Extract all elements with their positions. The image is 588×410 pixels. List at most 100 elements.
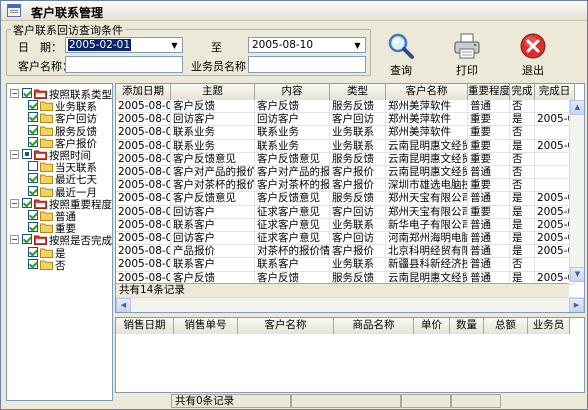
tree-checkbox[interactable] [28, 258, 38, 269]
tree-group-node[interactable]: − 按照时间 [7, 149, 112, 162]
scroll-up-icon[interactable]: ▲ [570, 100, 584, 115]
tree-checkbox[interactable] [28, 112, 38, 123]
column-header[interactable]: 类型 [330, 84, 386, 100]
column-header[interactable]: 单价 [414, 318, 450, 334]
table-cell: 回访客户 [171, 113, 255, 127]
column-header[interactable]: 完成日 [535, 84, 575, 100]
column-header[interactable]: 业务员 [528, 318, 570, 334]
tree-group-node[interactable]: − 按照重要程度 [7, 197, 112, 211]
table-cell: 客户回访 [330, 113, 386, 127]
folder-icon [40, 187, 53, 197]
date-from-value: 2005-02-01 [68, 39, 132, 51]
collapse-icon[interactable]: − [10, 235, 19, 245]
table-cell: 联系客户 [171, 218, 255, 232]
customer-name-input[interactable] [65, 56, 183, 73]
folder-icon [40, 211, 53, 221]
scroll-right-icon[interactable]: ▶ [569, 298, 584, 312]
table-cell: 云南昆明惠文经贸有 [386, 152, 468, 166]
table-cell: 是 [510, 232, 535, 246]
tree-leaf-node[interactable]: 重要 [7, 222, 112, 235]
tree-leaf-node[interactable]: 否 [7, 258, 112, 272]
tree-checkbox[interactable] [22, 149, 32, 159]
table-cell: 否 [510, 179, 535, 193]
window-title: 客户联系管理 [31, 6, 104, 20]
tree-group-node[interactable]: − 按照是否完成 [7, 234, 112, 247]
tree-checkbox[interactable] [22, 197, 32, 208]
salesman-name-input[interactable] [248, 56, 366, 73]
table-cell: 重要 [468, 152, 510, 166]
tree-group-node[interactable]: − 按照联系类型 [7, 88, 112, 101]
tree-checkbox[interactable] [28, 185, 38, 196]
contact-grid-vscrollbar[interactable]: ▲ ▼ [569, 100, 584, 282]
column-header[interactable]: 销售日期 [116, 318, 174, 334]
column-header[interactable]: 销售单号 [174, 318, 238, 334]
column-header[interactable]: 客户名称 [238, 318, 334, 334]
tree-checkbox[interactable] [28, 124, 38, 135]
exit-icon [520, 33, 546, 59]
table-cell: 业务联系 [330, 139, 386, 153]
tree-leaf-node[interactable]: 是 [7, 246, 112, 260]
tree-checkbox[interactable] [28, 173, 38, 184]
table-cell: 产品报价 [171, 245, 255, 259]
collapse-icon[interactable]: − [10, 198, 19, 208]
column-header[interactable]: 完成 [510, 84, 535, 100]
collapse-icon[interactable]: − [10, 150, 19, 159]
magnifier-icon [388, 33, 414, 59]
sales-grid[interactable]: 销售日期 销售单号 客户名称 商品名称 单价 数量 总额 业务员 [115, 317, 585, 393]
tree-checkbox[interactable] [28, 161, 38, 172]
tree-checkbox[interactable] [28, 136, 38, 147]
table-cell: 2005-08-02 [116, 205, 171, 219]
chevron-down-icon[interactable]: ▼ [351, 39, 364, 51]
to-label: 至 [211, 41, 222, 54]
table-cell: 是 [510, 218, 535, 232]
tree-checkbox[interactable] [22, 88, 32, 98]
filter-tree[interactable]: − 按照联系类型 业务联系 客户回访 服务反馈 客户报价 − 按照时间 当天联系 最近七天 最近一月… [6, 83, 113, 401]
table-cell: 联系业务 [171, 139, 255, 153]
exit-button[interactable]: 退出 [511, 32, 555, 78]
table-cell: 云南昆明惠文经贸有 [386, 139, 468, 153]
table-cell: 服务反馈 [330, 100, 386, 114]
tree-leaf-node[interactable]: 客户报价 [7, 136, 112, 150]
query-button[interactable]: 查询 [379, 32, 423, 78]
collapse-icon[interactable]: − [10, 89, 19, 98]
column-header[interactable]: 重要程度 [468, 84, 510, 100]
date-from-picker[interactable]: 2005-02-01 ▼ [65, 37, 183, 53]
table-cell: 普通 [468, 218, 510, 232]
table-cell: 是 [510, 205, 535, 219]
tree-leaf-node[interactable]: 当天联系 [7, 161, 112, 174]
tree-leaf-node[interactable]: 客户回访 [7, 112, 112, 125]
column-header[interactable]: 商品名称 [334, 318, 414, 334]
date-to-picker[interactable]: 2005-08-10 ▼ [248, 37, 366, 53]
tree-leaf-node[interactable]: 业务联系 [7, 100, 112, 113]
table-cell: 郑州美萍软件 [386, 100, 468, 114]
table-cell: 客户反馈 [171, 100, 255, 114]
contact-grid-hscrollbar[interactable]: ◀ ▶ [116, 297, 584, 312]
folder-icon [40, 223, 53, 234]
print-button[interactable]: 打印 [445, 32, 489, 78]
column-header[interactable]: 添加日期 [116, 84, 171, 100]
folder-open-icon [34, 150, 47, 160]
table-cell: 客户对茶杯的报价 [255, 179, 330, 193]
table-cell: 2005-08-02 [116, 126, 171, 140]
tree-leaf-node[interactable]: 普通 [7, 210, 112, 223]
chevron-down-icon[interactable]: ▼ [168, 39, 181, 51]
tree-leaf-node[interactable]: 最近一月 [7, 185, 112, 199]
tree-checkbox[interactable] [28, 210, 38, 220]
scroll-left-icon[interactable]: ◀ [116, 298, 131, 312]
tree-checkbox[interactable] [22, 234, 32, 245]
tree-leaf-node[interactable]: 最近七天 [7, 173, 112, 186]
column-header[interactable]: 内容 [255, 84, 330, 100]
table-cell: 2005-08-02 [116, 179, 171, 193]
tree-checkbox[interactable] [28, 246, 38, 257]
column-header[interactable]: 客户名称 [386, 84, 468, 100]
folder-icon [40, 113, 53, 124]
column-header[interactable]: 总额 [484, 318, 528, 334]
scroll-down-icon[interactable]: ▼ [570, 267, 584, 282]
tree-checkbox[interactable] [28, 100, 38, 111]
table-cell: 联系业务 [171, 126, 255, 140]
column-header[interactable]: 数量 [450, 318, 484, 334]
tree-checkbox[interactable] [28, 222, 38, 233]
contact-grid[interactable]: 添加日期主题内容类型客户名称重要程度完成完成日 2005-08-02客户反馈客户… [115, 83, 585, 313]
tree-leaf-node[interactable]: 服务反馈 [7, 124, 112, 138]
column-header[interactable]: 主题 [171, 84, 255, 100]
